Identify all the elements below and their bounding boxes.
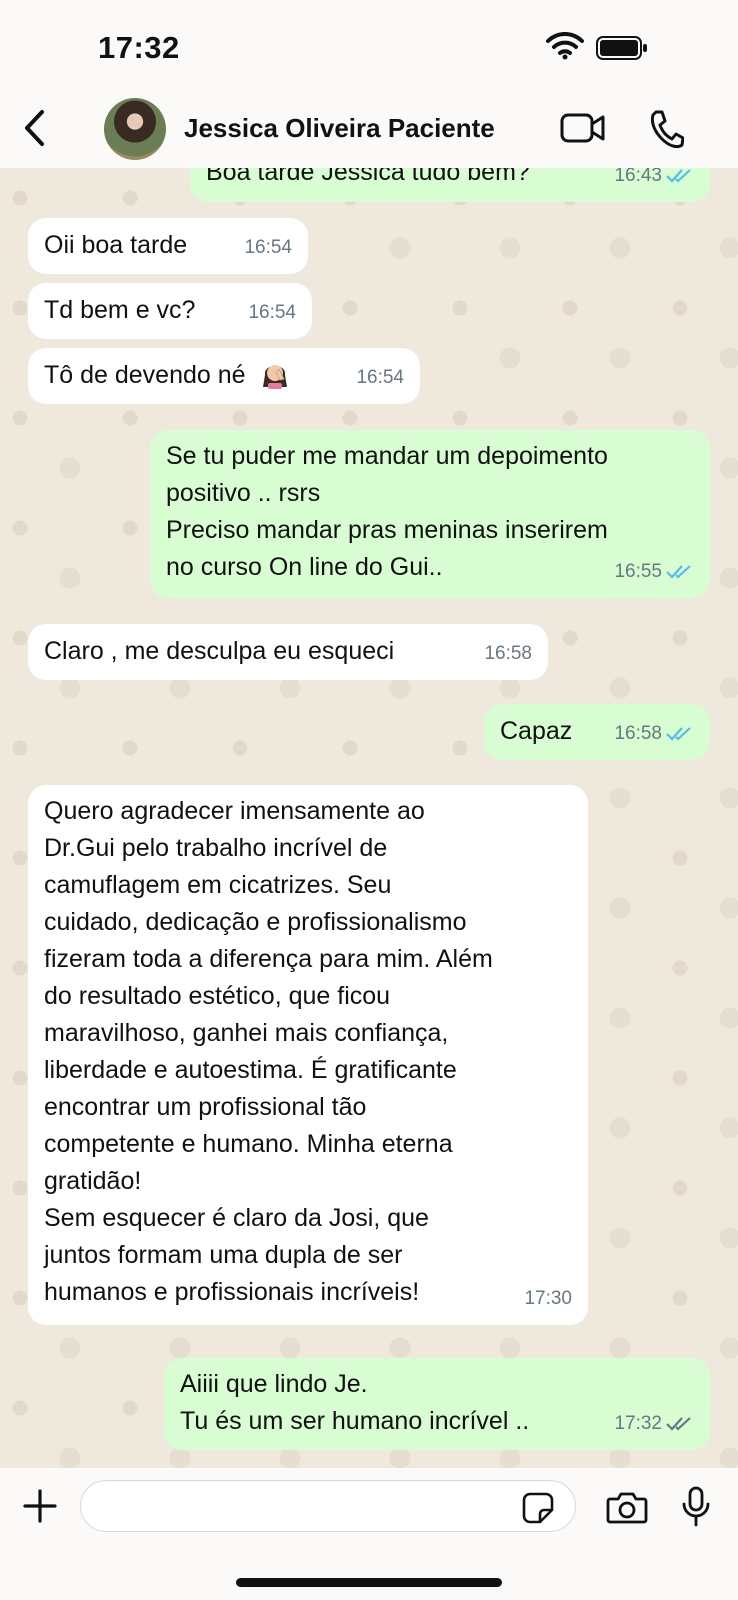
message-text: Capaz: [500, 717, 573, 745]
home-indicator[interactable]: [236, 1578, 502, 1587]
avatar[interactable]: [104, 98, 166, 160]
double-check-icon: [666, 726, 691, 741]
message-meta: 16:54: [244, 229, 292, 266]
message-time: 16:58: [614, 723, 662, 744]
wifi-icon: [546, 31, 584, 65]
message-text: Boa tarde Jessica tudo bem?: [206, 168, 530, 186]
message-outgoing[interactable]: Capaz 16:58: [484, 704, 710, 760]
message-time: 17:30: [524, 1288, 572, 1309]
video-call-icon[interactable]: [560, 111, 606, 150]
sticker-icon[interactable]: [522, 1492, 554, 1529]
message-meta: 16:58: [614, 715, 694, 752]
message-incoming[interactable]: Quero agradecer imensamente ao Dr.Gui pe…: [28, 785, 588, 1325]
message-meta: 17:32: [614, 1405, 694, 1442]
message-meta: 17:30: [524, 1280, 572, 1317]
message-text: Aiiii que lindo Je. Tu és um ser humano …: [180, 1370, 530, 1435]
double-check-icon: [666, 564, 691, 579]
message-meta: 16:58: [484, 635, 532, 672]
battery-icon: [596, 36, 648, 65]
message-text: Quero agradecer imensamente ao Dr.Gui pe…: [44, 797, 493, 1306]
message-time: 16:43: [614, 168, 662, 186]
message-time: 16:54: [244, 237, 292, 258]
back-icon[interactable]: [22, 108, 48, 153]
message-incoming[interactable]: Tô de devendo né 16:54: [28, 348, 420, 404]
mic-icon[interactable]: [680, 1486, 712, 1533]
chat-area[interactable]: Boa tarde Jessica tudo bem? 16:43 Oii bo…: [0, 168, 738, 1468]
message-meta: 16:54: [356, 359, 404, 396]
status-bar: 17:32: [0, 0, 738, 96]
message-time: 17:32: [614, 1413, 662, 1434]
woman-facepalming-emoji: [262, 365, 287, 389]
message-meta: 16:54: [248, 294, 296, 331]
message-text: Claro , me desculpa eu esqueci: [44, 637, 395, 665]
message-incoming[interactable]: Claro , me desculpa eu esqueci 16:58: [28, 624, 548, 680]
message-time: 16:54: [356, 367, 404, 388]
camera-icon[interactable]: [606, 1490, 648, 1529]
status-time: 17:32: [98, 30, 180, 65]
message-meta: 16:55: [614, 553, 694, 590]
message-input[interactable]: [80, 1480, 576, 1532]
message-outgoing[interactable]: Aiiii que lindo Je. Tu és um ser humano …: [164, 1358, 710, 1450]
message-incoming[interactable]: Td bem e vc? 16:54: [28, 283, 312, 339]
contact-name[interactable]: Jessica Oliveira Paciente: [184, 113, 495, 144]
message-outgoing[interactable]: Boa tarde Jessica tudo bem? 16:43: [190, 168, 710, 202]
chat-header: Jessica Oliveira Paciente: [0, 96, 738, 168]
message-text: Tô de devendo né: [44, 361, 246, 389]
message-time: 16:58: [484, 643, 532, 664]
message-text: Td bem e vc?: [44, 296, 196, 324]
plus-icon[interactable]: [22, 1488, 58, 1529]
double-check-icon: [666, 1416, 691, 1431]
message-meta: 16:43: [614, 168, 694, 194]
message-outgoing[interactable]: Se tu puder me mandar um depoimento posi…: [150, 430, 710, 598]
message-composer: [0, 1468, 738, 1600]
message-time: 16:55: [614, 561, 662, 582]
message-time: 16:54: [248, 302, 296, 323]
message-text: Oii boa tarde: [44, 231, 188, 259]
double-check-icon: [666, 168, 691, 183]
message-text: Se tu puder me mandar um depoimento posi…: [166, 442, 608, 581]
message-incoming[interactable]: Oii boa tarde 16:54: [28, 218, 308, 274]
message-text-wrap: Tô de devendo né: [44, 357, 291, 394]
phone-call-icon[interactable]: [648, 109, 685, 154]
